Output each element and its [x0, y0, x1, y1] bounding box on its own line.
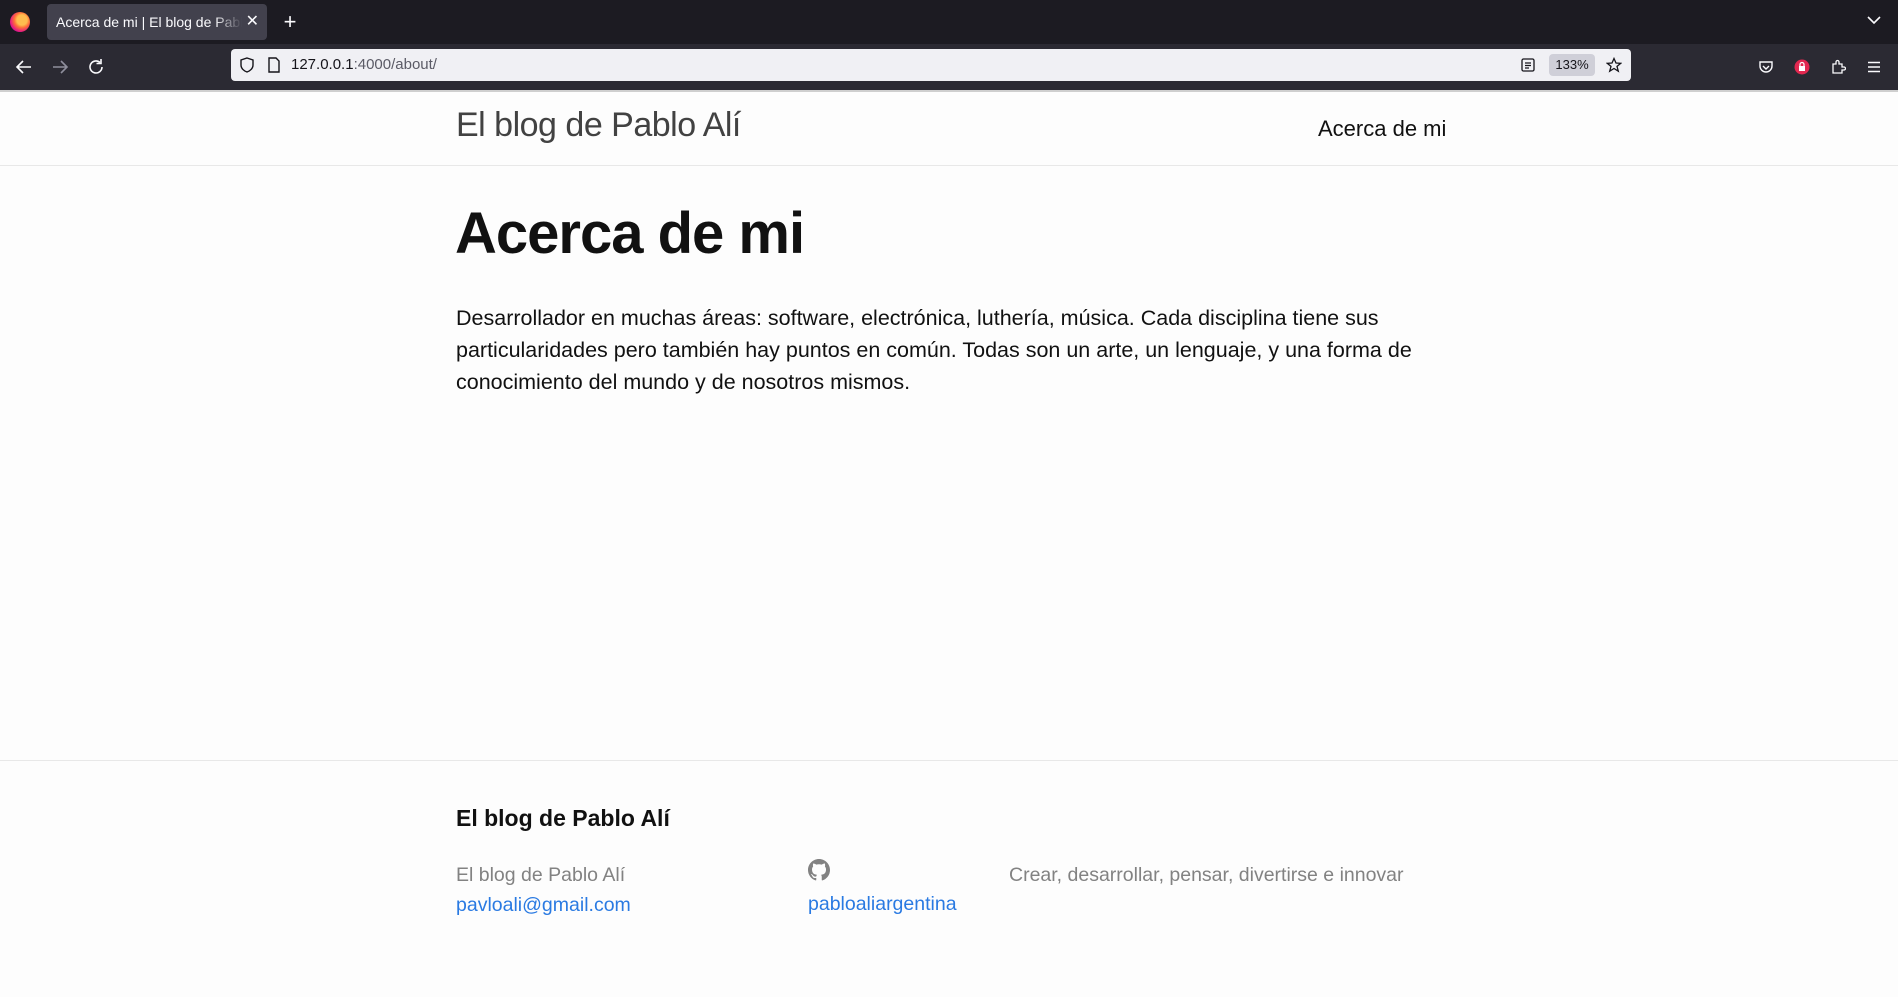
- footer-social: pabloaliargentina: [808, 859, 957, 919]
- footer-tagline: Crear, desarrollar, pensar, divertirse e…: [1009, 864, 1404, 886]
- extension-lock-icon[interactable]: [1792, 57, 1812, 77]
- extensions-icon[interactable]: [1828, 57, 1848, 77]
- site-title-link[interactable]: El blog de Pablo Alí: [456, 106, 741, 145]
- browser-tab-bar: Acerca de mi | El blog de Pablo Alí ✕ +: [0, 0, 1898, 44]
- site-footer: El blog de Pablo Alí El blog de Pablo Al…: [0, 760, 1898, 997]
- page-title: Acerca de mi: [455, 201, 805, 266]
- footer-contact: El blog de Pablo Alí pavloali@gmail.com: [456, 860, 631, 920]
- footer-site-name: El blog de Pablo Alí: [456, 864, 626, 886]
- nav-link-about[interactable]: Acerca de mi: [1318, 116, 1446, 142]
- github-link[interactable]: pabloaliargentina: [808, 893, 957, 915]
- url-host: 127.0.0.1: [291, 56, 354, 73]
- reload-icon[interactable]: [86, 57, 106, 77]
- pocket-icon[interactable]: [1756, 57, 1776, 77]
- github-icon[interactable]: [808, 859, 830, 881]
- url-bar[interactable]: 127.0.0.1:4000/about/ 133%: [231, 49, 1631, 81]
- reader-view-icon[interactable]: [1521, 58, 1535, 72]
- url-text[interactable]: 127.0.0.1:4000/about/: [291, 49, 437, 81]
- browser-toolbar: 127.0.0.1:4000/about/ 133%: [0, 44, 1898, 90]
- email-link[interactable]: pavloali@gmail.com: [456, 894, 631, 916]
- page-icon[interactable]: [267, 57, 281, 73]
- close-icon[interactable]: ✕: [246, 4, 259, 40]
- shield-icon[interactable]: [239, 57, 255, 73]
- zoom-level-badge[interactable]: 133%: [1549, 54, 1595, 76]
- tab-title: Acerca de mi | El blog de Pablo Alí: [56, 14, 242, 30]
- plus-icon[interactable]: +: [280, 8, 300, 36]
- menu-icon[interactable]: [1864, 57, 1884, 77]
- about-paragraph: Desarrollador en muchas áreas: software,…: [456, 306, 1412, 394]
- back-icon[interactable]: [14, 57, 34, 77]
- browser-tab[interactable]: Acerca de mi | El blog de Pablo Alí ✕: [47, 4, 267, 40]
- forward-icon[interactable]: [50, 57, 70, 77]
- chevron-down-icon[interactable]: [1866, 12, 1882, 28]
- url-path: :4000/about/: [353, 56, 437, 73]
- firefox-icon: [10, 12, 30, 32]
- footer-heading: El blog de Pablo Alí: [456, 805, 670, 831]
- site-header: El blog de Pablo Alí Acerca de mi: [0, 92, 1898, 166]
- star-icon[interactable]: [1606, 57, 1622, 73]
